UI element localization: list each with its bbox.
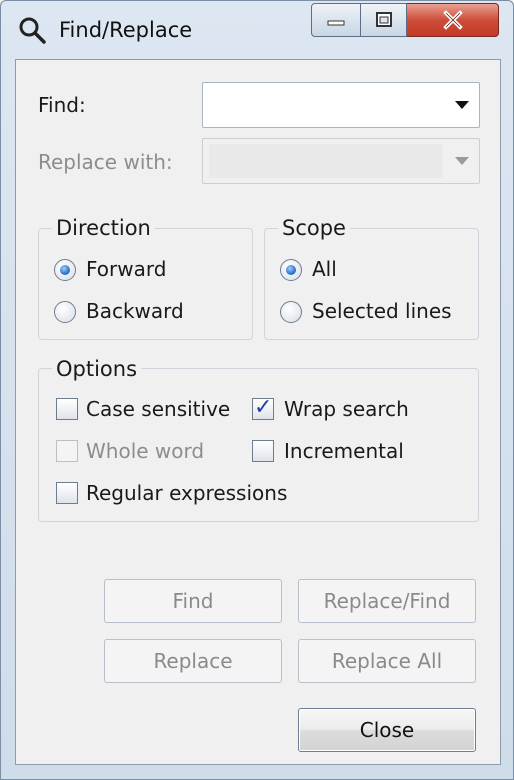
all-label[interactable]: All xyxy=(312,256,337,282)
dialog-body: Find: Replace with: Direction Forward Ba… xyxy=(15,59,501,765)
checkmark-icon: ✓ xyxy=(254,395,273,420)
options-title: Options xyxy=(52,356,142,382)
replace-with-label: Replace with: xyxy=(38,150,173,174)
maximize-button[interactable] xyxy=(361,3,407,37)
close-icon xyxy=(442,10,463,30)
wrap-search-checkbox[interactable]: ✓ xyxy=(252,395,274,420)
find-replace-dialog: Find/Replace Find: Replace with: Directi… xyxy=(0,0,514,780)
chevron-down-icon[interactable] xyxy=(455,157,469,165)
case-sensitive-label[interactable]: Case sensitive xyxy=(86,396,230,422)
forward-label[interactable]: Forward xyxy=(86,256,166,282)
caption-buttons xyxy=(311,3,499,39)
search-icon xyxy=(19,17,46,44)
case-sensitive-checkbox[interactable] xyxy=(56,398,78,420)
regular-expressions-checkbox[interactable] xyxy=(56,482,78,504)
replace-button[interactable]: Replace xyxy=(104,639,282,683)
title-bar[interactable]: Find/Replace xyxy=(1,1,513,57)
minimize-icon xyxy=(327,20,345,26)
wrap-search-label[interactable]: Wrap search xyxy=(284,396,409,422)
selected-lines-radio[interactable] xyxy=(280,301,302,323)
replace-find-button[interactable]: Replace/Find xyxy=(298,579,476,623)
direction-title: Direction xyxy=(52,215,155,241)
incremental-label[interactable]: Incremental xyxy=(284,438,404,464)
maximize-icon xyxy=(375,12,392,27)
whole-word-label[interactable]: Whole word xyxy=(86,438,204,464)
replace-all-button[interactable]: Replace All xyxy=(298,639,476,683)
find-combobox[interactable] xyxy=(202,82,480,128)
close-button[interactable]: Close xyxy=(298,708,476,752)
regular-expressions-label[interactable]: Regular expressions xyxy=(86,480,287,506)
selected-lines-label[interactable]: Selected lines xyxy=(312,298,452,324)
all-radio[interactable] xyxy=(280,259,302,281)
backward-label[interactable]: Backward xyxy=(86,298,184,324)
replace-value xyxy=(209,144,443,178)
find-label: Find: xyxy=(38,93,86,117)
forward-radio[interactable] xyxy=(54,259,76,281)
find-button[interactable]: Find xyxy=(104,579,282,623)
whole-word-checkbox[interactable] xyxy=(56,440,78,462)
chevron-down-icon[interactable] xyxy=(455,101,469,109)
scope-title: Scope xyxy=(278,215,350,241)
backward-radio[interactable] xyxy=(54,301,76,323)
incremental-checkbox[interactable] xyxy=(252,440,274,462)
minimize-button[interactable] xyxy=(311,3,361,37)
replace-with-combobox[interactable] xyxy=(202,138,480,184)
close-window-button[interactable] xyxy=(407,3,499,37)
window-title: Find/Replace xyxy=(59,18,193,42)
